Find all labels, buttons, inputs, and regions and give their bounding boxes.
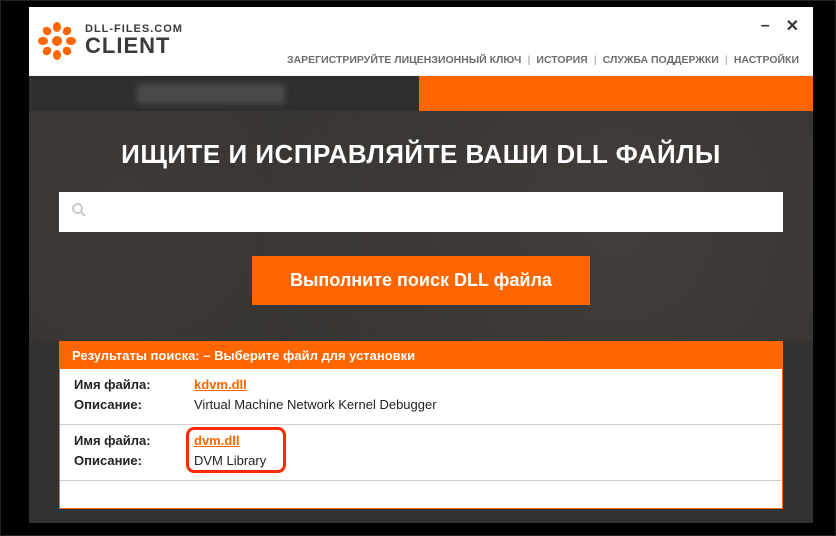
row-label-description: Описание:: [74, 451, 194, 471]
header-right: – ✕ ЗАРЕГИСТРИРУЙТЕ ЛИЦЕНЗИОННЫЙ КЛЮЧ | …: [287, 16, 799, 66]
results-header: Результаты поиска: – Выберите файл для у…: [60, 342, 782, 369]
row-label-filename: Имя файла:: [74, 431, 194, 451]
titlebar: DLL-FILES.COM CLIENT – ✕ ЗАРЕГИСТРИРУЙТЕ…: [29, 7, 813, 76]
results-wrap: Результаты поиска: – Выберите файл для у…: [29, 341, 813, 523]
app-inner: DLL-FILES.COM CLIENT – ✕ ЗАРЕГИСТРИРУЙТЕ…: [29, 7, 813, 523]
hero: ИЩИТЕ И ИСПРАВЛЯЙТЕ ВАШИ DLL ФАЙЛЫ Выпол…: [29, 111, 813, 341]
menu-settings[interactable]: НАСТРОЙКИ: [734, 54, 799, 66]
results-spacer: [60, 481, 782, 508]
tabbar-blur: [137, 84, 285, 104]
hero-title: ИЩИТЕ И ИСПРАВЛЯЙТЕ ВАШИ DLL ФАЙЛЫ: [121, 139, 721, 170]
result-row: Имя файла: dvm.dll Описание: DVM Library: [60, 425, 782, 481]
result-description: Virtual Machine Network Kernel Debugger: [194, 395, 437, 415]
brand-bottom: CLIENT: [85, 35, 183, 57]
close-button[interactable]: ✕: [786, 16, 799, 36]
search-icon: [71, 202, 87, 223]
tabbar-triangle: [389, 76, 419, 112]
row-label-description: Описание:: [74, 395, 194, 415]
menu-history[interactable]: ИСТОРИЯ: [536, 54, 587, 66]
minimize-button[interactable]: –: [761, 17, 770, 35]
row-label-filename: Имя файла:: [74, 375, 194, 395]
top-menu: ЗАРЕГИСТРИРУЙТЕ ЛИЦЕНЗИОННЫЙ КЛЮЧ | ИСТО…: [287, 54, 799, 66]
logo-text: DLL-FILES.COM CLIENT: [85, 24, 183, 57]
search-button[interactable]: Выполните поиск DLL файла: [252, 256, 590, 305]
results-panel: Результаты поиска: – Выберите файл для у…: [59, 341, 783, 509]
tabbar: [29, 76, 813, 111]
menu-sep: |: [725, 54, 728, 66]
results-body[interactable]: Имя файла: kdvm.dll Описание: Virtual Ma…: [60, 369, 782, 508]
app-window: DLL-FILES.COM CLIENT – ✕ ЗАРЕГИСТРИРУЙТЕ…: [0, 0, 836, 536]
search-input[interactable]: [87, 204, 771, 220]
search-box[interactable]: [59, 192, 783, 232]
result-file-link[interactable]: kdvm.dll: [194, 375, 247, 395]
window-controls: – ✕: [761, 16, 799, 36]
result-description: DVM Library: [194, 451, 266, 471]
result-file-link[interactable]: dvm.dll: [194, 431, 240, 451]
menu-support[interactable]: СЛУЖБА ПОДДЕРЖКИ: [603, 54, 719, 66]
logo: DLL-FILES.COM CLIENT: [37, 21, 183, 61]
result-row: Имя файла: kdvm.dll Описание: Virtual Ma…: [60, 369, 782, 425]
tabbar-orange: [389, 76, 813, 112]
menu-sep: |: [594, 54, 597, 66]
menu-register[interactable]: ЗАРЕГИСТРИРУЙТЕ ЛИЦЕНЗИОННЫЙ КЛЮЧ: [287, 54, 521, 66]
menu-sep: |: [527, 54, 530, 66]
logo-icon: [37, 21, 77, 61]
